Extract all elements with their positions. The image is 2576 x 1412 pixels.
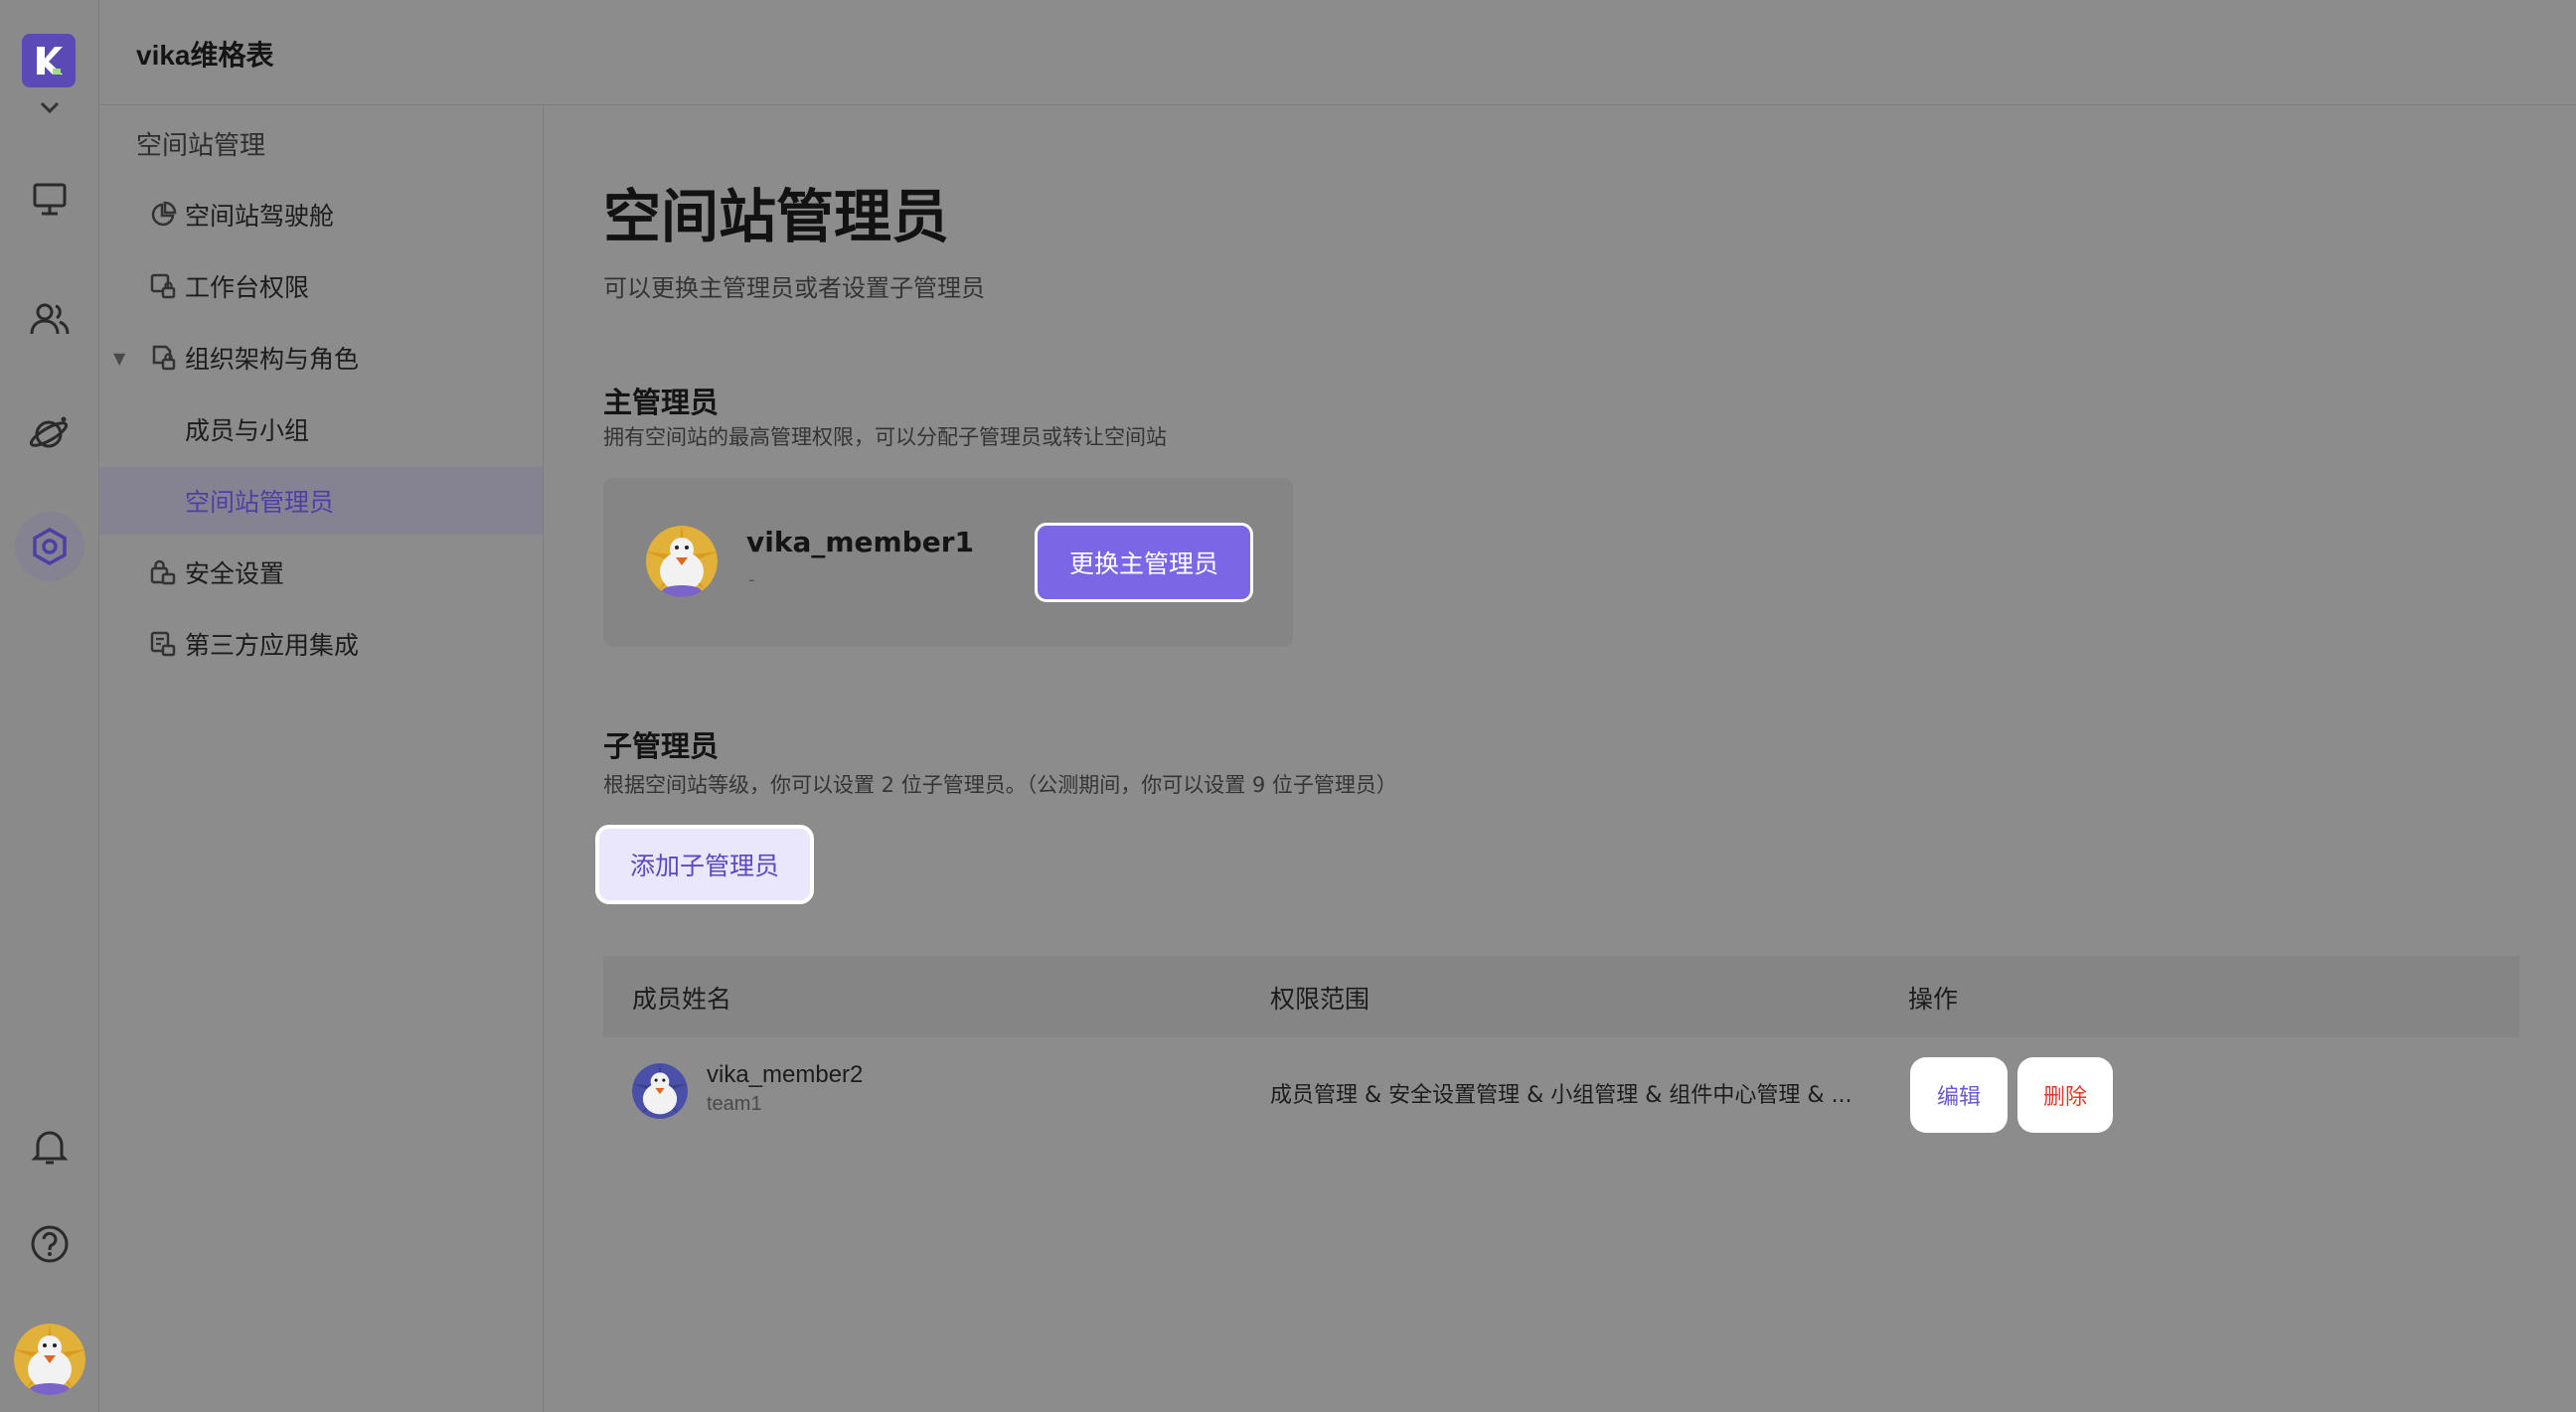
sidebar-item-label: 成员与小组 (185, 416, 310, 445)
permission-scope: 成员管理 & 安全设置管理 & 小组管理 & 组件中心管理 & ... (1270, 1083, 1852, 1108)
sub-admin-section-desc: 根据空间站等级，你可以设置 2 位子管理员。（公测期间，你可以设置 9 位子管理… (603, 773, 1397, 797)
column-header-actions: 操作 (1908, 985, 1959, 1014)
sidebar-item-label: 组织架构与角色 (185, 345, 360, 374)
owner-section-desc: 拥有空间站的最高管理权限，可以分配子管理员或转让空间站 (603, 425, 1167, 449)
sidebar-item-label: 安全设置 (185, 559, 285, 588)
sidebar-item-org[interactable]: ▼ 组织架构与角色 (99, 324, 543, 392)
planet-icon[interactable] (24, 407, 76, 459)
security-lock-icon (149, 558, 177, 586)
chevron-down-icon[interactable] (35, 95, 65, 119)
edit-button[interactable]: 编辑 (1910, 1057, 2008, 1133)
sidebar-item-workbench[interactable]: 工作台权限 (99, 252, 543, 320)
monitor-icon[interactable] (24, 173, 76, 225)
bell-icon[interactable] (24, 1121, 76, 1173)
user-avatar[interactable] (14, 1324, 85, 1395)
sidebar-group-label: 空间站管理 (136, 131, 266, 161)
sidebar-item-members[interactable]: 成员与小组 (99, 395, 543, 463)
nav-rail (0, 0, 99, 1412)
table-header: 成员姓名 权限范围 操作 (603, 956, 2519, 1037)
sidebar-item-admins[interactable]: 空间站管理员 (99, 467, 543, 535)
table-row: vika_member2 team1 成员管理 & 安全设置管理 & 小组管理 … (603, 1037, 2519, 1145)
column-header-name: 成员姓名 (632, 985, 732, 1014)
member-team: team1 (707, 1093, 762, 1115)
add-sub-admin-button[interactable]: 添加子管理员 (595, 825, 814, 904)
avatar (646, 526, 718, 597)
sidebar-item-integrations[interactable]: 第三方应用集成 (99, 610, 543, 678)
main-content: 空间站管理员 可以更换主管理员或者设置子管理员 主管理员 拥有空间站的最高管理权… (545, 105, 2576, 1412)
delete-button[interactable]: 删除 (2017, 1057, 2113, 1133)
sub-admin-section-title: 子管理员 (603, 729, 720, 763)
sidebar-item-label: 第三方应用集成 (185, 631, 360, 660)
top-bar: vika维格表 (99, 0, 2576, 105)
sidebar-item-dashboard[interactable]: 空间站驾驶舱 (99, 181, 543, 248)
column-header-permissions: 权限范围 (1270, 985, 1370, 1014)
logo-icon[interactable] (22, 34, 76, 87)
change-owner-button[interactable]: 更换主管理员 (1035, 523, 1253, 602)
help-icon[interactable] (24, 1218, 76, 1270)
caret-down-icon[interactable]: ▼ (113, 349, 125, 368)
avatar (632, 1063, 688, 1119)
sidebar-item-label: 空间站管理员 (185, 488, 335, 517)
app-title: vika维格表 (136, 40, 274, 71)
org-lock-icon (149, 344, 177, 372)
owner-card: vika_member1 - 更换主管理员 (603, 478, 1293, 647)
owner-team: - (748, 569, 755, 590)
settings-sidebar: 空间站管理 空间站驾驶舱 工作台权限 ▼ 组织架构与角色 成员与小组 空间站管理… (99, 105, 544, 1412)
users-icon[interactable] (24, 294, 76, 346)
owner-name: vika_member1 (746, 526, 975, 558)
page-subtitle: 可以更换主管理员或者设置子管理员 (603, 274, 985, 302)
sidebar-item-label: 工作台权限 (185, 273, 310, 302)
sidebar-item-security[interactable]: 安全设置 (99, 539, 543, 606)
pie-chart-icon (149, 201, 177, 229)
page-title: 空间站管理员 (603, 183, 950, 250)
sidebar-item-label: 空间站驾驶舱 (185, 202, 335, 231)
owner-section-title: 主管理员 (603, 386, 720, 419)
integration-lock-icon (149, 630, 177, 658)
workbench-lock-icon (149, 272, 177, 300)
sub-admin-table: 成员姓名 权限范围 操作 vika_member2 team1 成员管理 & 安… (603, 956, 2519, 1145)
settings-hex-icon[interactable] (15, 512, 84, 581)
member-name: vika_member2 (707, 1061, 864, 1088)
